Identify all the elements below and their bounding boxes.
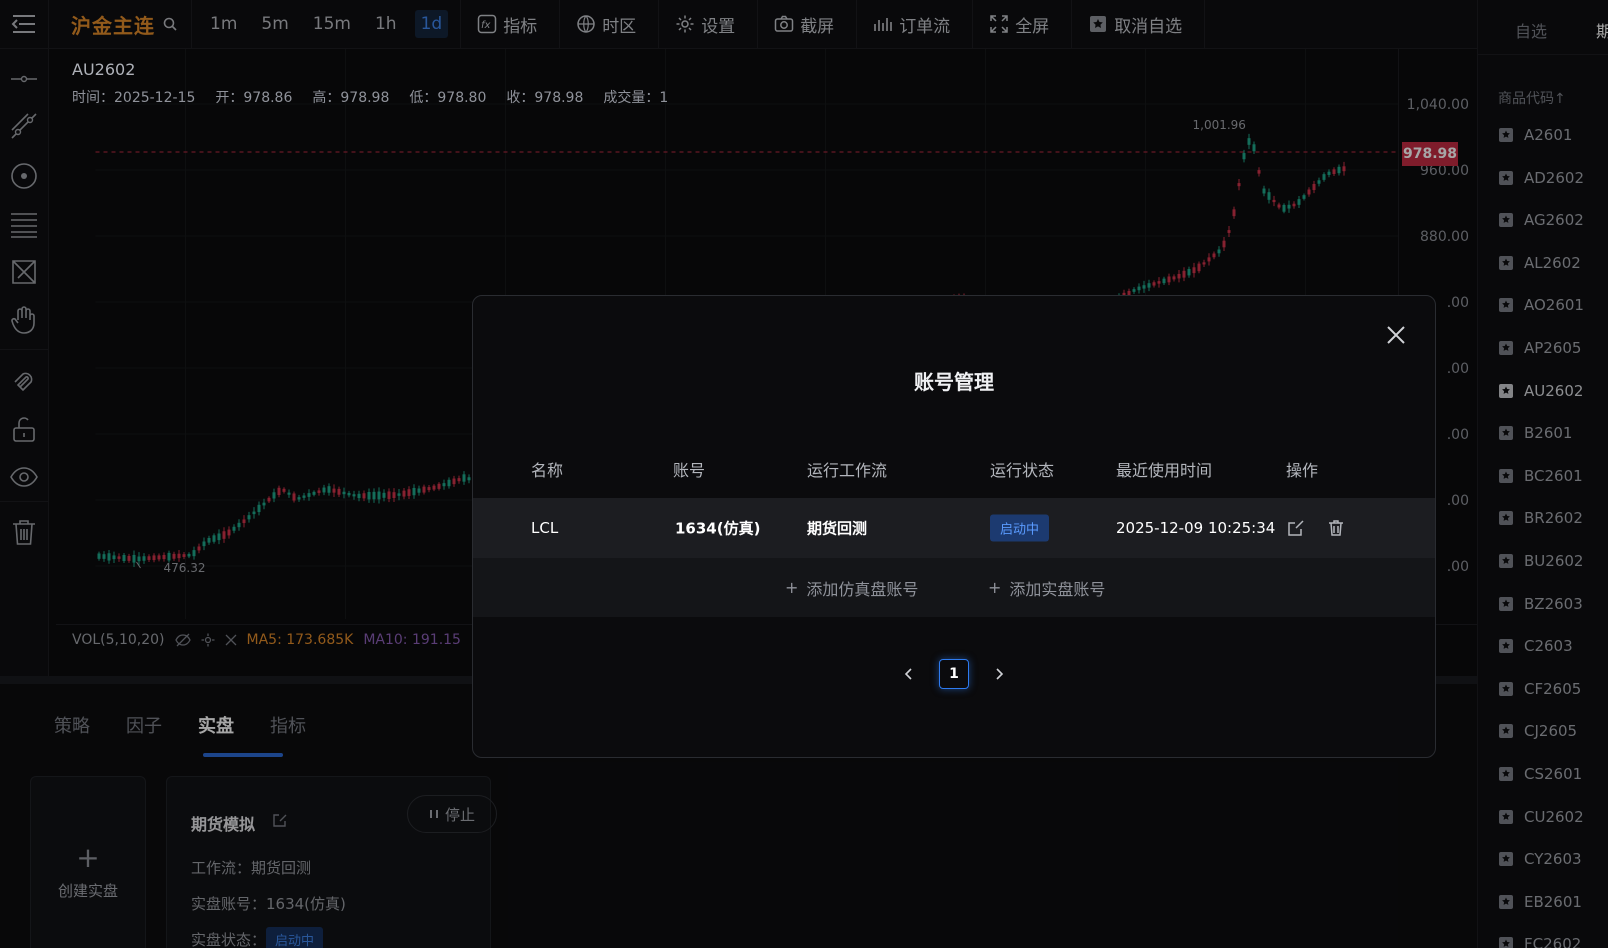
chevron-left-icon[interactable] [901, 666, 917, 682]
account-workflow: 期货回测 [807, 519, 868, 538]
account-number: 1634(仿真) [675, 519, 761, 538]
col-account: 账号 [673, 461, 706, 480]
dialog-title: 账号管理 [914, 370, 994, 394]
add-sim-account-button[interactable]: + 添加仿真盘账号 [785, 576, 918, 600]
ohlc-time: 时间：2025-12-15 [72, 90, 196, 106]
ohlc-readout: 时间：2025-12-15 开：978.86 高：978.98 低：978.80… [72, 87, 668, 107]
page-number[interactable]: 1 [939, 659, 969, 689]
col-actions: 操作 [1286, 461, 1319, 480]
edit-icon[interactable] [1287, 519, 1305, 537]
account-name: LCL [531, 519, 559, 537]
ohlc-open: 开：978.86 [215, 90, 293, 106]
chart-symbol: AU2602 [72, 60, 136, 79]
plus-icon: + [988, 578, 1002, 597]
add-account-row: + 添加仿真盘账号 + 添加实盘账号 [473, 558, 1435, 617]
ohlc-volume: 成交量：1 [603, 90, 669, 106]
chart-info: AU2602 时间：2025-12-15 开：978.86 高：978.98 低… [72, 60, 668, 107]
accounts-table-header: 名称 账号 运行工作流 运行状态 最近使用时间 操作 [473, 451, 1435, 487]
table-row[interactable]: LCL 1634(仿真) 期货回测 启动中 2025-12-09 10:25:3… [473, 498, 1435, 558]
col-name: 名称 [531, 461, 564, 480]
account-status: 启动中 [990, 514, 1050, 542]
account-last-used: 2025-12-09 10:25:34 [1116, 519, 1276, 537]
col-last-used: 最近使用时间 [1116, 461, 1213, 480]
add-live-label: 添加实盘账号 [1009, 579, 1106, 599]
account-management-dialog: 账号管理 名称 账号 运行工作流 运行状态 最近使用时间 操作 LCL 1634… [472, 295, 1436, 758]
pagination: 1 [473, 659, 1435, 689]
col-workflow: 运行工作流 [807, 461, 888, 480]
ohlc-high: 高：978.98 [312, 90, 390, 106]
col-status: 运行状态 [990, 461, 1055, 480]
plus-icon: + [785, 578, 799, 597]
close-icon[interactable] [1383, 322, 1409, 348]
add-sim-label: 添加仿真盘账号 [806, 579, 919, 599]
add-live-account-button[interactable]: + 添加实盘账号 [988, 576, 1105, 600]
trash-icon[interactable] [1327, 519, 1345, 537]
ohlc-low: 低：978.80 [409, 90, 487, 106]
trading-app: 沪金主连 1m 5m 15m 1h 1d fx 指标 时区 设置 截屏 订单流 [0, 0, 1608, 948]
chevron-right-icon[interactable] [991, 666, 1007, 682]
ohlc-close: 收：978.98 [506, 90, 584, 106]
status-badge: 启动中 [990, 514, 1050, 542]
